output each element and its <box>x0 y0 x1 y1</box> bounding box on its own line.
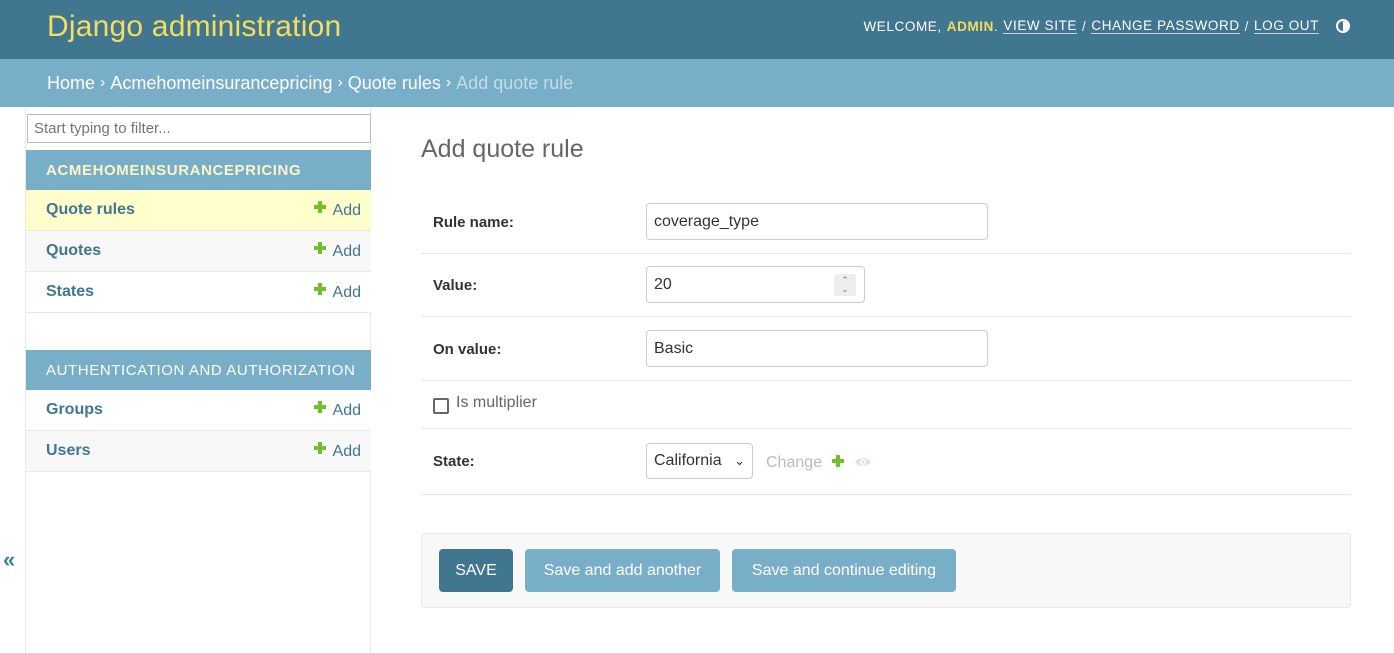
change-password-link[interactable]: CHANGE PASSWORD <box>1091 18 1240 34</box>
value-number-input[interactable]: 20 ⌃ ⌄ <box>646 266 865 303</box>
breadcrumb-separator: › <box>337 74 343 91</box>
submit-row: SAVE Save and add another Save and conti… <box>421 533 1351 608</box>
rule-name-value: coverage_type <box>654 212 759 230</box>
separator: / <box>1082 18 1087 34</box>
breadcrumb-app[interactable]: Acmehomeinsurancepricing <box>110 73 332 94</box>
site-branding[interactable]: Django administration <box>47 10 341 44</box>
user-tools: WELCOME, ADMIN. VIEW SITE / CHANGE PASSW… <box>863 18 1350 34</box>
value-value: 20 <box>654 275 672 293</box>
model-link-quotes[interactable]: Quotes <box>46 242 101 260</box>
add-label: Add <box>332 242 361 260</box>
state-selected-value: California <box>654 452 722 469</box>
add-label: Add <box>332 442 361 460</box>
module-caption-auth[interactable]: AUTHENTICATION AND AUTHORIZATION <box>26 350 371 390</box>
add-user-link[interactable]: Add <box>313 431 361 472</box>
form-row-on-value: On value: Basic <box>421 317 1351 381</box>
separator: / <box>1244 18 1250 34</box>
model-link-states[interactable]: States <box>46 283 94 301</box>
chevron-down-icon: ⌄ <box>734 453 745 468</box>
on-value-value: Basic <box>654 339 694 357</box>
save-and-add-another-button[interactable]: Save and add another <box>525 549 720 592</box>
sidebar-item-quotes: Quotes Add <box>26 231 371 272</box>
plus-icon <box>313 282 326 295</box>
add-label: Add <box>332 283 361 301</box>
model-link-groups[interactable]: Groups <box>46 401 103 419</box>
sidebar-item-users: Users Add <box>26 431 371 472</box>
plus-icon <box>313 241 326 254</box>
rule-name-input[interactable]: coverage_type <box>646 203 988 240</box>
sidebar-item-quote-rules: Quote rules Add <box>26 190 371 231</box>
nav-sidebar: ACMEHOMEINSURANCEPRICING Quote rules Add… <box>25 107 371 653</box>
model-link-quote-rules[interactable]: Quote rules <box>46 201 135 219</box>
form-row-rule-name: Rule name: coverage_type <box>421 190 1351 254</box>
breadcrumb-separator: › <box>445 74 452 91</box>
add-quote-rule-link[interactable]: Add <box>313 190 361 231</box>
contrast-icon[interactable] <box>1336 19 1350 33</box>
breadcrumb-model[interactable]: Quote rules <box>348 73 441 94</box>
form-row-is-multiplier: Is multiplier <box>421 381 1351 429</box>
breadcrumb-home[interactable]: Home <box>47 73 95 94</box>
number-spinner-icon[interactable]: ⌃ ⌄ <box>834 274 856 296</box>
save-and-continue-button[interactable]: Save and continue editing <box>732 549 956 592</box>
site-header: Django administration WELCOME, ADMIN. VI… <box>0 0 1394 59</box>
add-group-link[interactable]: Add <box>313 390 361 431</box>
username: ADMIN <box>946 18 995 34</box>
form-row-state: State: California ⌄ Change <box>421 429 1351 495</box>
add-state-link[interactable]: Add <box>313 272 361 313</box>
breadcrumb-separator: › <box>100 74 106 91</box>
breadcrumb: Home › Acmehomeinsurancepricing › Quote … <box>0 59 1394 107</box>
on-value-input[interactable]: Basic <box>646 330 988 367</box>
view-related-eye-icon[interactable] <box>854 456 872 468</box>
state-label: State: <box>433 453 475 470</box>
toggle-nav-sidebar-button[interactable]: « <box>3 547 15 573</box>
page-title: Add quote rule <box>421 135 584 163</box>
is-multiplier-label[interactable]: Is multiplier <box>456 394 537 412</box>
on-value-label: On value: <box>433 341 502 358</box>
plus-icon <box>313 200 326 213</box>
add-label: Add <box>332 401 361 419</box>
plus-icon <box>313 400 326 413</box>
model-link-users[interactable]: Users <box>46 442 90 460</box>
nav-filter-input[interactable] <box>27 114 371 143</box>
breadcrumb-current: Add quote rule <box>456 72 574 93</box>
log-out-link[interactable]: LOG OUT <box>1254 18 1319 34</box>
state-select[interactable]: California ⌄ <box>646 443 753 479</box>
is-multiplier-checkbox[interactable] <box>433 398 449 414</box>
sidebar-item-groups: Groups Add <box>26 390 371 431</box>
module-caption-acmehomeinsurancepricing[interactable]: ACMEHOMEINSURANCEPRICING <box>26 150 371 190</box>
change-related-link[interactable]: Change <box>766 454 822 472</box>
add-quote-link[interactable]: Add <box>313 231 361 272</box>
rule-name-label: Rule name: <box>433 214 514 231</box>
add-related-icon[interactable] <box>832 455 844 467</box>
add-label: Add <box>332 201 361 219</box>
save-button[interactable]: SAVE <box>439 549 513 592</box>
form-row-value: Value: 20 ⌃ ⌄ <box>421 254 1351 317</box>
view-site-link[interactable]: VIEW SITE <box>1003 18 1078 34</box>
welcome-text: WELCOME, <box>863 18 942 34</box>
value-label: Value: <box>433 277 478 294</box>
sidebar-item-states: States Add <box>26 272 371 313</box>
plus-icon <box>313 441 326 454</box>
